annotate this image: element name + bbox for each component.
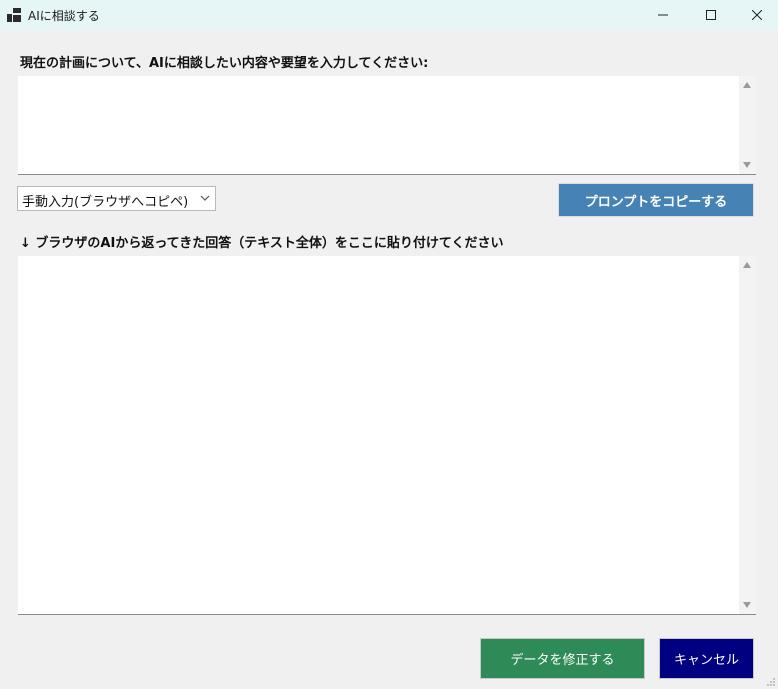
title-bar: AIに相談する (0, 0, 778, 30)
close-icon (752, 10, 762, 20)
close-button[interactable] (734, 0, 778, 30)
scroll-up-icon[interactable] (743, 262, 751, 268)
response-label: ↓ ブラウザのAIから返ってきた回答（テキスト全体）をここに貼り付けてください (20, 236, 504, 251)
chevron-down-icon[interactable] (199, 192, 211, 204)
maximize-button[interactable] (688, 0, 734, 30)
minimize-button[interactable] (640, 0, 686, 30)
apply-data-button[interactable]: データを修正する (480, 638, 645, 679)
resize-grip-icon[interactable] (766, 677, 776, 687)
input-mode-value: 手動入力(ブラウザへコピペ) (22, 195, 189, 210)
scroll-down-icon[interactable] (743, 602, 751, 608)
window-title: AIに相談する (28, 9, 100, 23)
minimize-icon (658, 14, 668, 16)
ai-consult-dialog: AIに相談する 現在の計画について、AIに相談したい内容や要望を入力してください… (0, 0, 778, 689)
prompt-label: 現在の計画について、AIに相談したい内容や要望を入力してください: (20, 56, 429, 71)
maximize-icon (706, 10, 716, 20)
response-textarea[interactable] (18, 256, 756, 615)
input-mode-select[interactable]: 手動入力(ブラウザへコピペ) (17, 186, 216, 211)
scroll-up-icon[interactable] (743, 82, 751, 88)
scroll-down-icon[interactable] (743, 162, 751, 168)
response-scrollbar[interactable] (739, 256, 756, 614)
prompt-scrollbar[interactable] (739, 76, 756, 174)
app-window-icon (7, 8, 21, 22)
cancel-button[interactable]: キャンセル (659, 638, 754, 679)
copy-prompt-button[interactable]: プロンプトをコピーする (558, 183, 754, 217)
prompt-textarea[interactable] (18, 76, 756, 175)
